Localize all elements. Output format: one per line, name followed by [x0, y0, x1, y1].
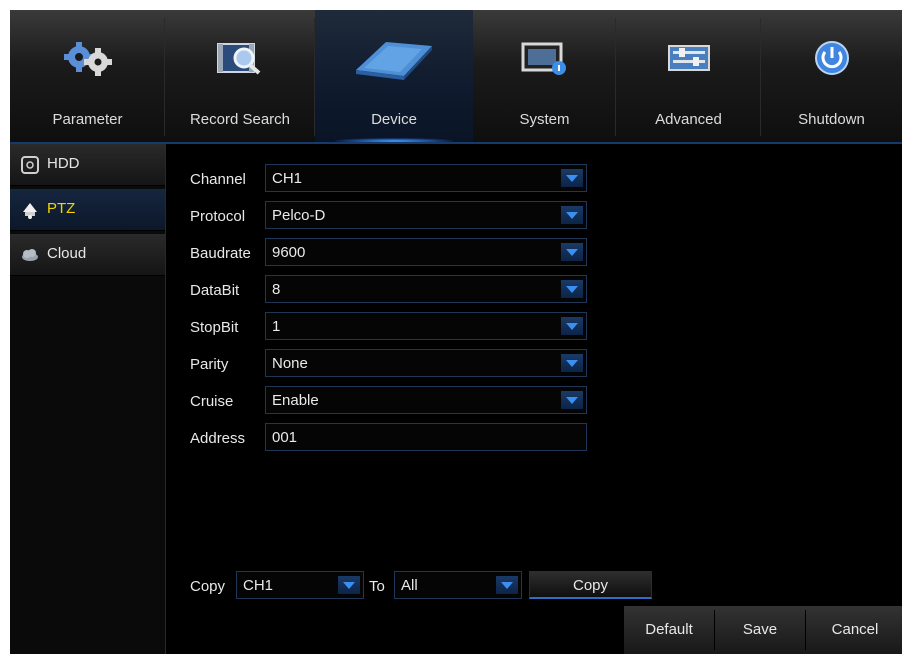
address-input[interactable]: 001	[265, 423, 587, 451]
sidebar-item-label: HDD	[47, 155, 80, 172]
chevron-down-icon[interactable]	[561, 169, 583, 187]
baudrate-value: 9600	[272, 244, 306, 261]
top-navigation: Parameter Record Search Device System Ad…	[10, 10, 902, 144]
copy-from-value: CH1	[243, 577, 274, 594]
baudrate-label: Baudrate	[190, 245, 251, 262]
record-search-icon	[217, 43, 261, 75]
sidebar-item-label: Cloud	[47, 245, 87, 262]
address-label: Address	[190, 430, 246, 447]
sidebar-item-label: PTZ	[47, 200, 76, 217]
parity-select[interactable]: None	[265, 349, 587, 377]
chevron-down-icon[interactable]	[496, 576, 518, 594]
chevron-down-icon[interactable]	[338, 576, 360, 594]
parity-label: Parity	[190, 356, 229, 373]
hdd-icon	[21, 156, 39, 174]
chevron-down-icon[interactable]	[561, 206, 583, 224]
cancel-button[interactable]: Cancel	[810, 606, 900, 654]
tab-label: Device	[371, 111, 417, 128]
sidebar-item-cloud[interactable]: Cloud	[10, 234, 165, 276]
copy-label: Copy	[190, 578, 226, 595]
default-button[interactable]: Default	[624, 606, 714, 654]
tab-system[interactable]: System	[473, 10, 616, 144]
address-value: 001	[272, 429, 298, 446]
chevron-down-icon[interactable]	[561, 354, 583, 372]
tab-label: System	[519, 111, 570, 128]
to-label: To	[369, 578, 385, 595]
databit-value: 8	[272, 281, 281, 298]
cruise-select[interactable]: Enable	[265, 386, 587, 414]
sidebar-item-ptz[interactable]: PTZ	[10, 189, 165, 231]
stopbit-select[interactable]: 1	[265, 312, 587, 340]
dvr-settings-window: Parameter Record Search Device System Ad…	[10, 10, 902, 654]
tab-label: Advanced	[655, 111, 722, 128]
copy-from-select[interactable]: CH1	[236, 571, 364, 599]
channel-label: Channel	[190, 171, 246, 188]
tab-device[interactable]: Device	[315, 10, 473, 144]
hard-drive-icon	[356, 42, 432, 80]
baudrate-select[interactable]: 9600	[265, 238, 587, 266]
sidebar-item-hdd[interactable]: HDD	[10, 144, 165, 186]
chevron-down-icon[interactable]	[561, 391, 583, 409]
tab-advanced[interactable]: Advanced	[616, 10, 761, 144]
cloud-icon	[22, 249, 38, 261]
tab-parameter[interactable]: Parameter	[10, 10, 165, 144]
chevron-down-icon[interactable]	[561, 280, 583, 298]
channel-value: CH1	[272, 170, 303, 187]
stopbit-value: 1	[272, 318, 281, 335]
protocol-select[interactable]: Pelco-D	[265, 201, 587, 229]
databit-label: DataBit	[190, 282, 240, 299]
ptz-camera-icon	[23, 203, 37, 219]
copy-to-value: All	[401, 577, 418, 594]
stopbit-label: StopBit	[190, 319, 239, 336]
system-monitor-icon	[521, 42, 566, 75]
protocol-label: Protocol	[190, 208, 246, 225]
tab-record-search[interactable]: Record Search	[165, 10, 315, 144]
footer-divider	[805, 610, 806, 650]
databit-select[interactable]: 8	[265, 275, 587, 303]
sidebar: HDD PTZ Cloud	[10, 144, 166, 654]
tab-shutdown[interactable]: Shutdown	[761, 10, 902, 144]
chevron-down-icon[interactable]	[561, 317, 583, 335]
cruise-label: Cruise	[190, 393, 234, 410]
copy-button[interactable]: Copy	[529, 571, 652, 599]
power-icon	[814, 41, 849, 75]
advanced-sliders-icon	[667, 45, 710, 71]
copy-to-select[interactable]: All	[394, 571, 522, 599]
tab-label: Record Search	[189, 111, 291, 128]
tab-label: Shutdown	[798, 111, 865, 128]
protocol-value: Pelco-D	[272, 207, 326, 224]
parity-value: None	[272, 355, 308, 372]
gears-icon	[63, 42, 112, 76]
chevron-down-icon[interactable]	[561, 243, 583, 261]
channel-select[interactable]: CH1	[265, 164, 587, 192]
save-button[interactable]: Save	[715, 606, 805, 654]
cruise-value: Enable	[272, 392, 319, 409]
tab-label: Parameter	[52, 111, 123, 128]
